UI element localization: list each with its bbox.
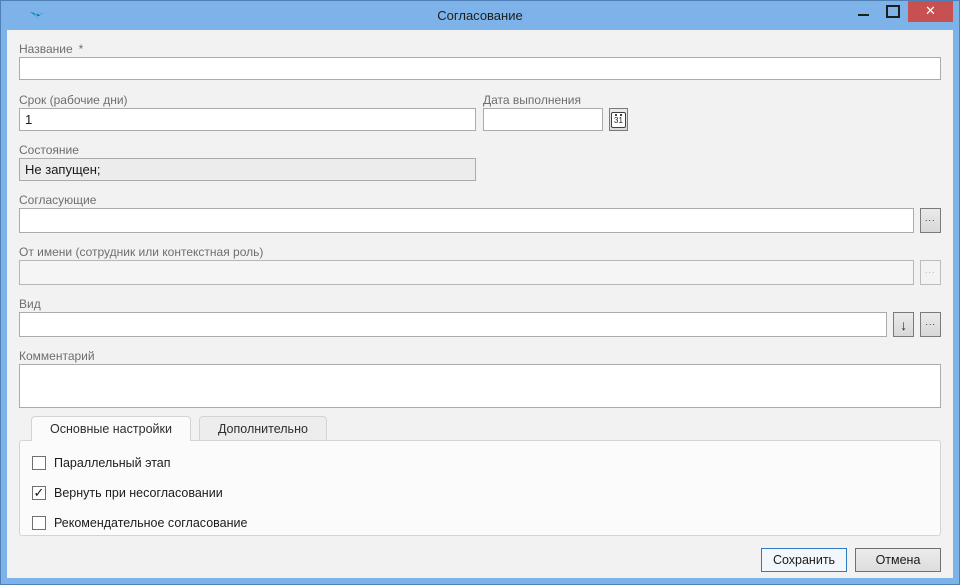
minimize-button[interactable] [848,0,878,22]
arrow-down-icon: ↓ [900,318,907,332]
maximize-button[interactable] [878,0,908,22]
dialog-body: Название* Срок (рабочие дни) Дата выполн… [7,30,953,578]
comment-label: Комментарий [19,349,941,363]
return-on-rejection-label: Вернуть при несогласовании [54,486,223,500]
window-controls: ✕ [848,0,953,24]
due-date-field-group: Дата выполнения 31 [483,93,628,131]
on-behalf-label: От имени (сотрудник или контекстная роль… [19,245,941,259]
duration-field-group: Срок (рабочие дни) [19,93,476,131]
on-behalf-input [19,260,914,285]
kind-dropdown-button[interactable]: ↓ [893,312,914,337]
cancel-button[interactable]: Отмена [855,548,941,572]
duration-input[interactable] [19,108,476,131]
minimize-icon [858,14,869,16]
ellipsis-icon: ... [925,266,936,275]
calendar-icon: 31 [611,112,626,128]
state-input [19,158,476,181]
tab-main-settings[interactable]: Основные настройки [31,416,191,441]
parallel-stage-checkbox[interactable] [32,456,46,470]
save-button[interactable]: Сохранить [761,548,847,572]
parallel-stage-label: Параллельный этап [54,456,171,470]
comment-input[interactable] [19,364,941,408]
term-date-row: Срок (рабочие дни) Дата выполнения 31 [19,93,941,131]
ellipsis-icon: ... [925,214,936,223]
comment-field-group: Комментарий [19,349,941,408]
window-title: Согласование [7,8,953,23]
name-field-group: Название* [19,42,941,80]
kind-field-group: Вид ↓ ... [19,297,941,337]
approvers-browse-button[interactable]: ... [920,208,941,233]
tab-additional[interactable]: Дополнительно [199,416,327,440]
return-on-rejection-checkbox[interactable]: ✓ [32,486,46,500]
on-behalf-browse-button: ... [920,260,941,285]
titlebar: Согласование ✕ [7,1,953,30]
due-date-input[interactable] [483,108,603,131]
close-button[interactable]: ✕ [908,0,953,22]
footer-buttons: Сохранить Отмена [19,548,941,572]
name-input[interactable] [19,57,941,80]
advisory-approval-checkbox[interactable] [32,516,46,530]
state-label: Состояние [19,143,941,157]
maximize-icon [886,5,900,18]
due-date-label: Дата выполнения [483,93,628,107]
kind-label: Вид [19,297,941,311]
required-marker: * [79,42,84,56]
name-label: Название* [19,42,941,56]
state-field-group: Состояние [19,143,941,181]
bird-logo-icon [27,7,47,25]
checkmark-icon: ✓ [34,486,45,499]
kind-browse-button[interactable]: ... [920,312,941,337]
tab-strip: Основные настройки Дополнительно [31,416,941,440]
option-advisory-approval: Рекомендательное согласование [32,515,928,531]
approvers-field-group: Согласующие ... [19,193,941,233]
approvers-label: Согласующие [19,193,941,207]
ellipsis-icon: ... [925,318,936,327]
kind-input[interactable] [19,312,887,337]
main-settings-panel: Параллельный этап ✓ Вернуть при несоглас… [19,440,941,536]
date-picker-button[interactable]: 31 [609,108,628,131]
option-return-on-rejection: ✓ Вернуть при несогласовании [32,485,928,501]
on-behalf-field-group: От имени (сотрудник или контекстная роль… [19,245,941,285]
duration-label: Срок (рабочие дни) [19,93,476,107]
advisory-approval-label: Рекомендательное согласование [54,516,247,530]
approvers-input[interactable] [19,208,914,233]
option-parallel-stage: Параллельный этап [32,455,928,471]
dialog-window: Согласование ✕ Название* Срок (рабочие д… [0,0,960,585]
close-icon: ✕ [925,3,936,19]
